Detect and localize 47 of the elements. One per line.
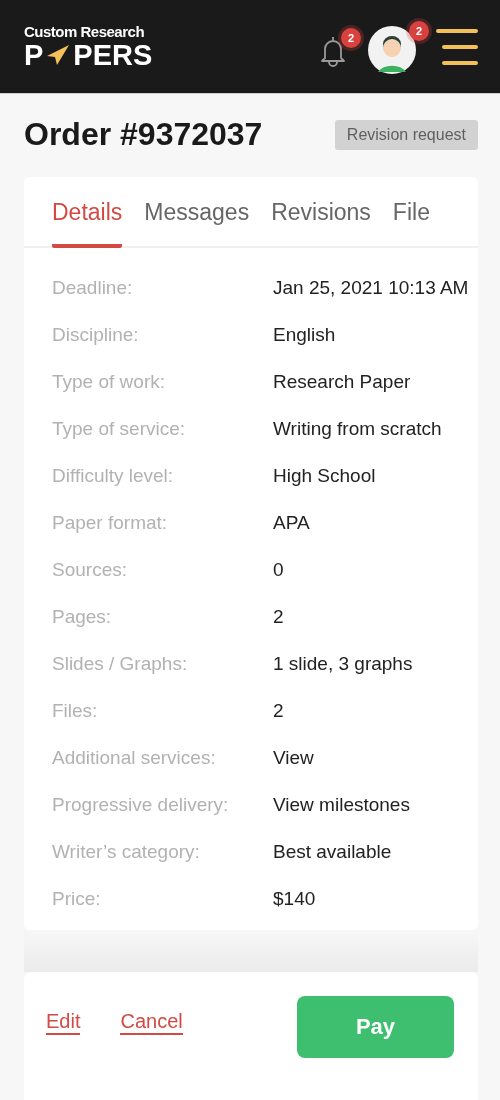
menu-icon (436, 27, 478, 66)
field-value: Jan 25, 2021 10:13 AM (273, 276, 469, 299)
field-label: Deadline: (52, 276, 134, 299)
field-label: Paper format: (52, 511, 169, 534)
logo-text: P (24, 40, 44, 70)
tab[interactable]: File (392, 197, 430, 248)
field-label: Difficulty level: (52, 464, 175, 487)
avatar-button[interactable]: 2 (368, 19, 430, 74)
field-label: Files: (52, 699, 99, 722)
avatar-icon (368, 25, 416, 74)
tab[interactable]: Revisions (271, 197, 371, 248)
field-label: Price: (52, 887, 102, 910)
field-label: Type of work: (52, 370, 166, 393)
field-value: 0 (273, 558, 284, 581)
field-label: Pages: (52, 605, 113, 628)
field-label: Slides / Graphs: (52, 652, 189, 675)
notification-badge: 2 (341, 27, 361, 48)
field-label: Type of service: (52, 417, 187, 440)
field-label: Additional services: (52, 746, 217, 769)
cancel-link[interactable]: Cancel (120, 1010, 183, 1035)
order-title: Order #9372037 (24, 116, 263, 153)
field-label: Writer’s category: (52, 840, 201, 863)
field-value: 2 (273, 605, 284, 628)
logo-text: PERS (73, 40, 153, 70)
menu-button[interactable] (436, 27, 478, 66)
field-value: 1 slide, 3 graphs (273, 652, 413, 675)
field-value: Research Paper (273, 370, 411, 393)
field-value: Best available (273, 840, 392, 863)
edit-link[interactable]: Edit (46, 1010, 81, 1035)
field-value: View (273, 746, 314, 769)
tab[interactable]: Messages (144, 197, 250, 248)
field-label: Sources: (52, 558, 128, 581)
field-value: $140 (273, 887, 316, 910)
field-value: View milestones (273, 793, 410, 816)
field-label: Progressive delivery: (52, 793, 230, 816)
field-value: 2 (273, 699, 284, 722)
notification-button[interactable]: 2 (318, 26, 362, 67)
field-label: Discipline: (52, 323, 140, 346)
status-badge: Revision request (334, 119, 478, 150)
logo-text: Custom Research (24, 23, 146, 40)
message-badge: 2 (409, 20, 429, 41)
field-value: High School (273, 464, 376, 487)
tab[interactable]: Details (52, 197, 123, 248)
pay-button[interactable]: Pay (297, 996, 454, 1058)
field-value: English (273, 323, 336, 346)
field-value: APA (273, 511, 310, 534)
field-value: Writing from scratch (273, 417, 442, 440)
